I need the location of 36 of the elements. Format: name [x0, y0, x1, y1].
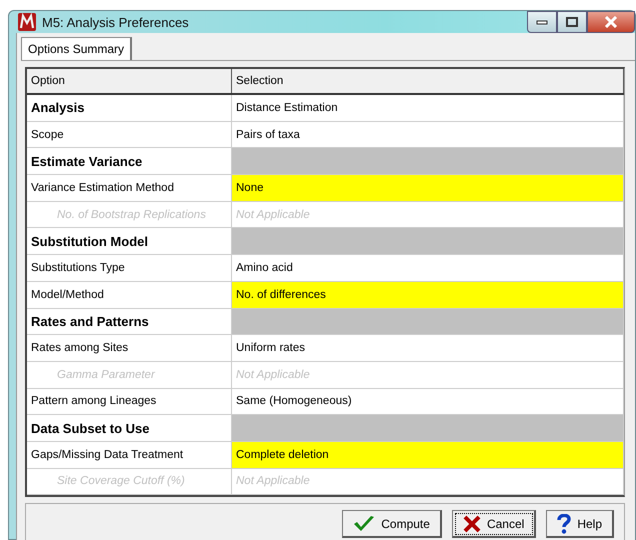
- minimize-icon: [536, 19, 548, 25]
- column-header: Option: [27, 69, 232, 93]
- check-icon: [353, 514, 376, 533]
- question-icon: [557, 514, 572, 534]
- selection-cell[interactable]: None: [232, 175, 624, 201]
- cross-icon: [462, 514, 481, 533]
- option-cell: Rates among Sites: [27, 335, 232, 361]
- option-cell: Substitutions Type: [27, 255, 232, 281]
- option-cell: Gamma Parameter: [27, 362, 232, 388]
- column-header: Selection: [232, 69, 624, 93]
- option-cell: Analysis: [27, 95, 232, 121]
- option-cell: Pattern among Lineages: [27, 388, 232, 414]
- selection-cell: Not Applicable: [232, 468, 624, 494]
- cancel-button[interactable]: Cancel: [452, 510, 536, 538]
- window-title: M5: Analysis Preferences: [42, 14, 190, 30]
- option-cell: No. of Bootstrap Replications: [27, 202, 232, 228]
- compute-button[interactable]: Compute: [342, 510, 442, 538]
- option-cell: Scope: [27, 122, 232, 148]
- selection-cell[interactable]: Amino acid: [232, 255, 624, 281]
- selection-cell: Not Applicable: [232, 362, 624, 388]
- selection-cell[interactable]: Pairs of taxa: [232, 122, 624, 148]
- selection-cell[interactable]: No. of differences: [232, 282, 624, 308]
- app-logo-icon: [18, 13, 36, 31]
- close-icon: [604, 16, 618, 28]
- close-button[interactable]: [587, 11, 635, 33]
- maximize-button[interactable]: [557, 11, 587, 33]
- selection-cell[interactable]: Distance Estimation: [232, 95, 624, 121]
- selection-cell[interactable]: Uniform rates: [232, 335, 624, 361]
- help-button[interactable]: Help: [546, 510, 614, 538]
- tab[interactable]: Options Summary: [21, 37, 132, 60]
- maximize-icon: [566, 17, 578, 27]
- minimize-button[interactable]: [527, 11, 557, 33]
- selection-cell[interactable]: Complete deletion: [232, 442, 624, 468]
- option-cell: Site Coverage Cutoff (%): [27, 468, 232, 494]
- selection-cell: Not Applicable: [232, 202, 624, 228]
- selection-cell[interactable]: Same (Homogeneous): [232, 388, 624, 414]
